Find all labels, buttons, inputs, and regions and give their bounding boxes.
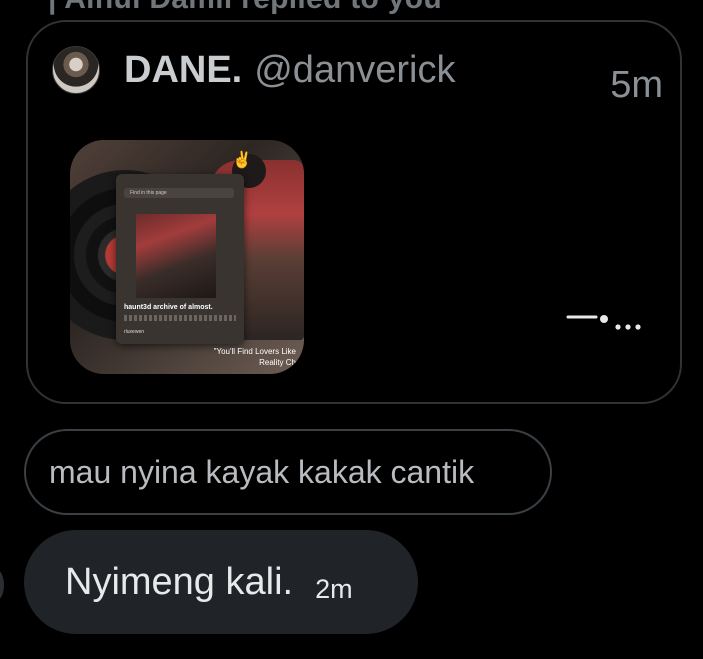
author-handle[interactable]: @danverick xyxy=(254,49,455,92)
phone-username: rluxewen xyxy=(124,329,145,335)
received-message-bubble[interactable]: mau nyina kayak kakak cantik xyxy=(24,429,552,515)
message-timestamp: 2m xyxy=(315,573,353,604)
post-timestamp: 5m xyxy=(610,64,663,106)
phone-search-bar: Find in this page xyxy=(124,188,234,198)
sender-avatar-edge xyxy=(0,570,4,600)
dots-icon xyxy=(566,315,641,330)
media-caption-line2: Reality Ch xyxy=(259,358,296,367)
sent-message-bubble[interactable]: Nyimeng kali. 2m xyxy=(24,530,418,634)
phone-subtitle-lines xyxy=(124,315,236,321)
post-media-image[interactable]: ✌ Find in this page haunt3d archive of a… xyxy=(70,140,304,374)
media-caption-line1: "You'll Find Lovers Like xyxy=(213,347,296,356)
message-text: Nyimeng kali. xyxy=(65,560,294,603)
phone-screenshot-graphic: Find in this page haunt3d archive of alm… xyxy=(116,174,244,344)
media-caption: "You'll Find Lovers Like Reality Ch xyxy=(214,346,296,368)
reply-banner: | Ainul Damil replied to you xyxy=(48,0,442,16)
quoted-post-header: DANE. @danverick xyxy=(52,44,652,96)
avatar[interactable] xyxy=(52,46,100,94)
phone-photo xyxy=(136,214,216,298)
phone-title: haunt3d archive of almost. xyxy=(124,304,213,311)
author-name[interactable]: DANE. xyxy=(124,49,242,92)
message-text: mau nyina kayak kakak cantik xyxy=(49,453,475,490)
sticker-icon: ✌ xyxy=(232,152,252,169)
